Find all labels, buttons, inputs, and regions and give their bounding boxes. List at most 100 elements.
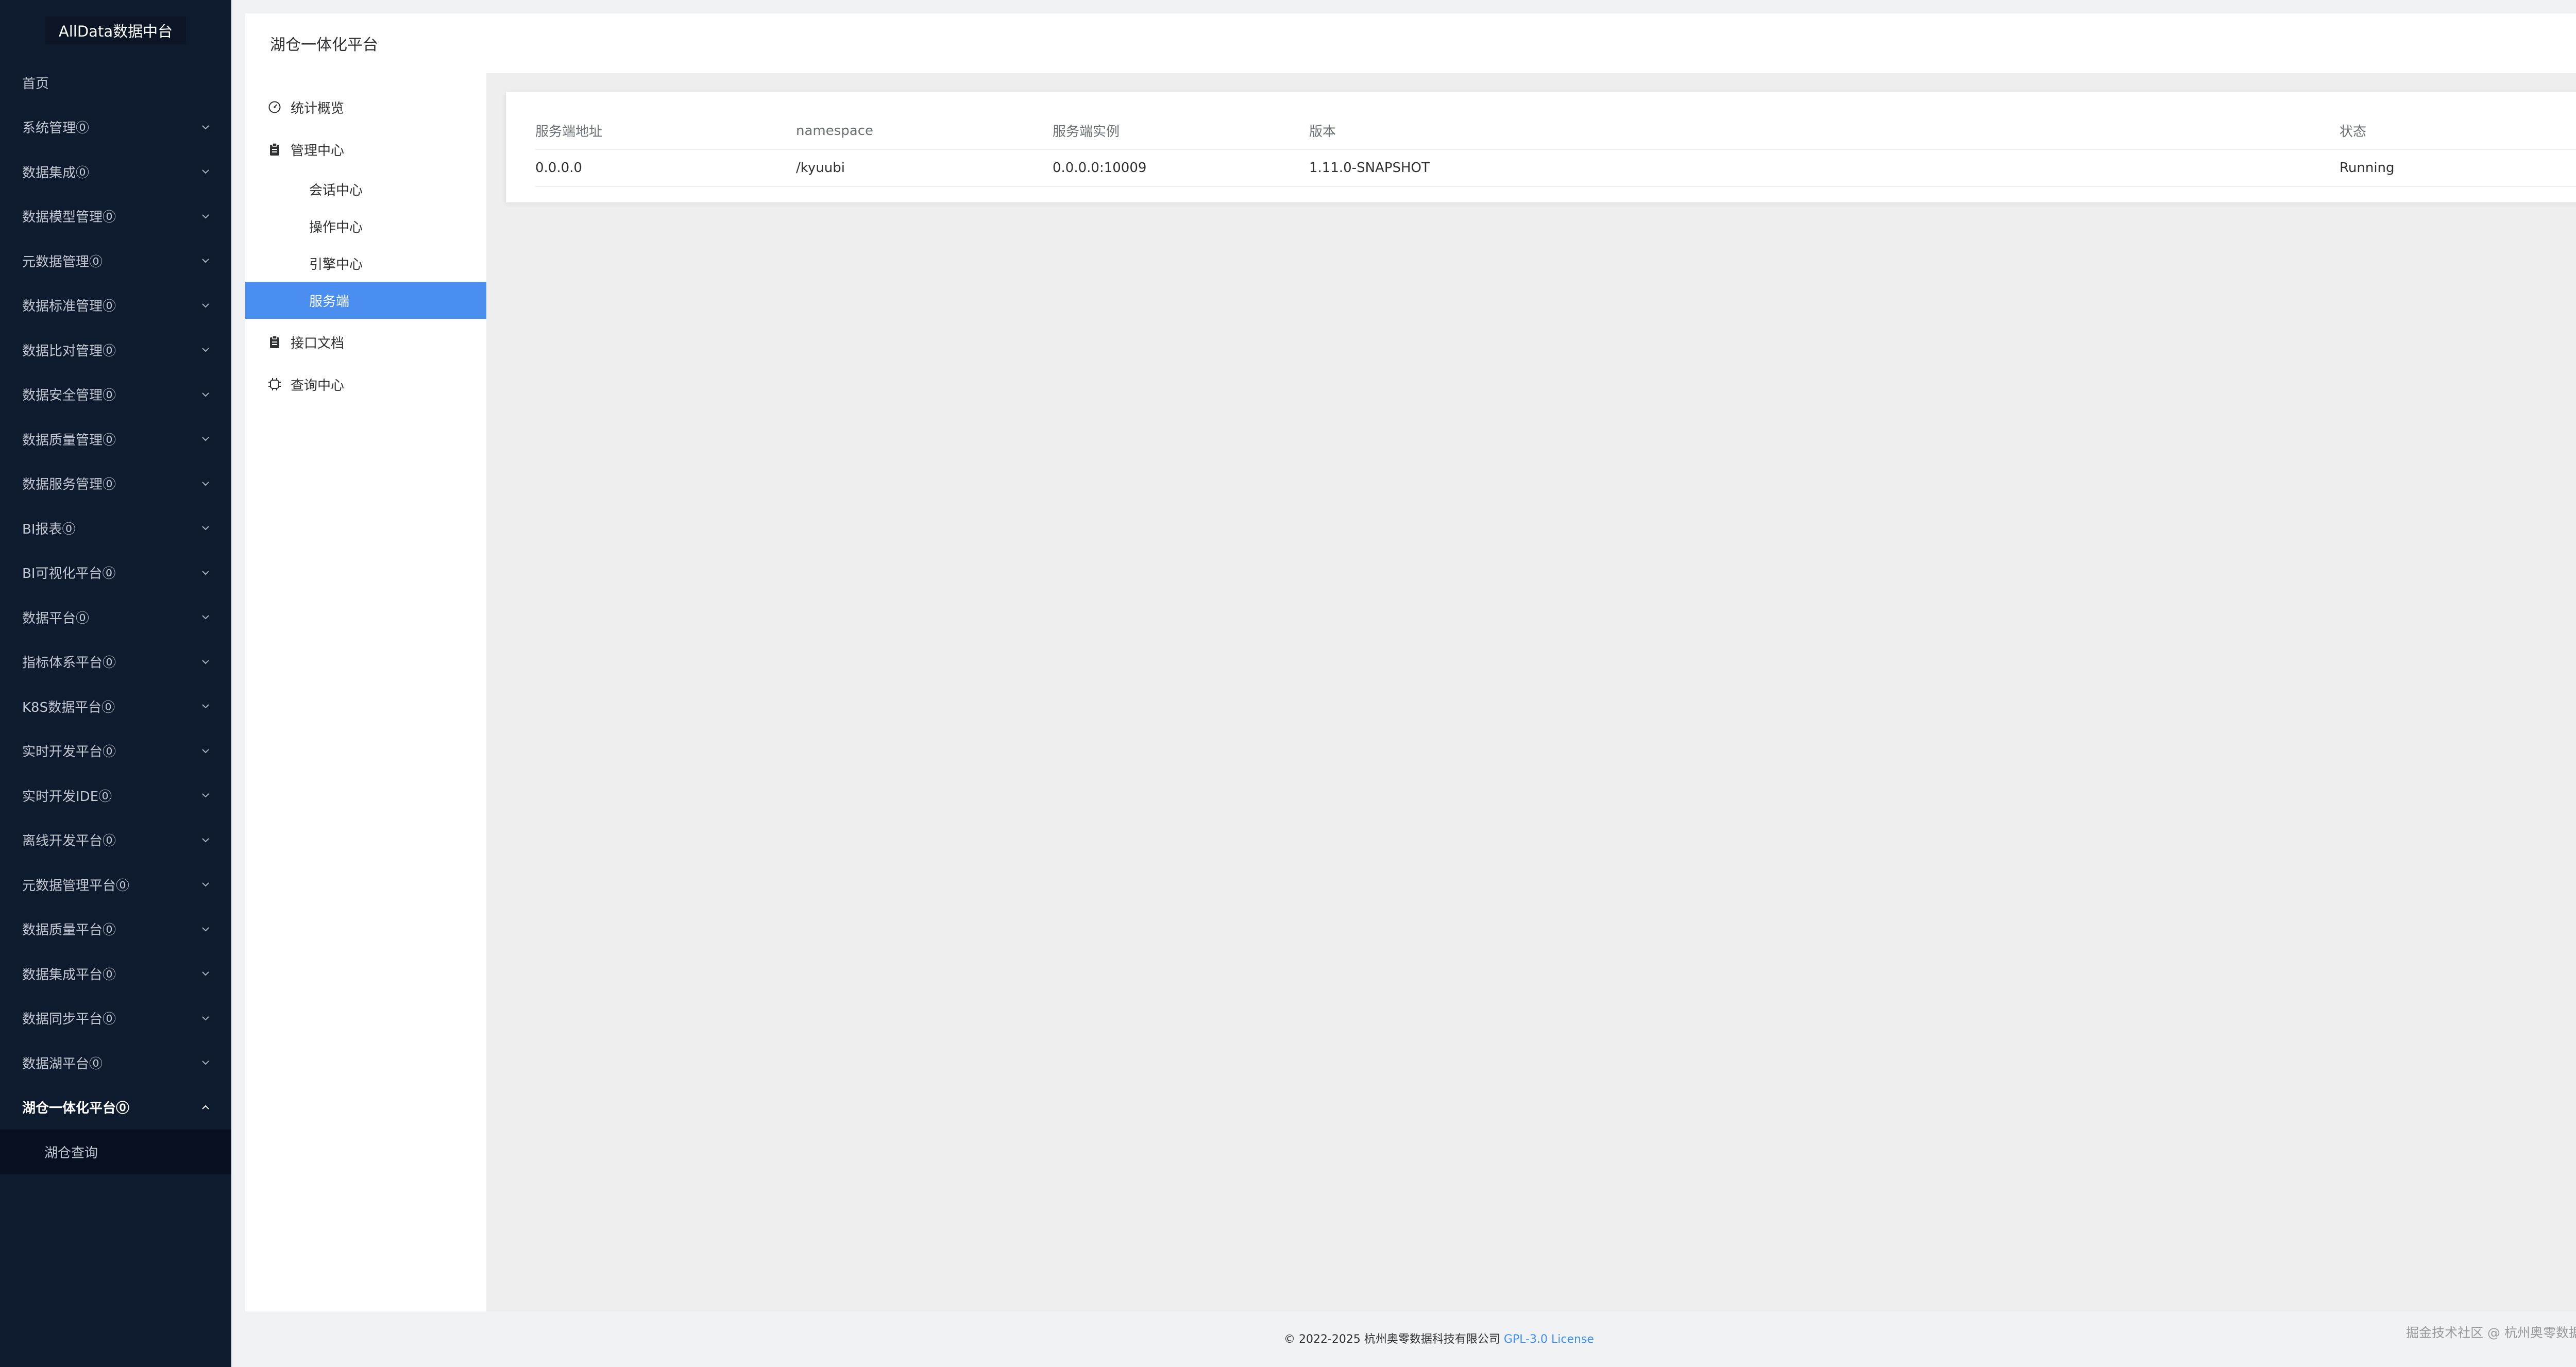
chevron-down-icon <box>198 298 213 313</box>
cell-namespace: /kyuubi <box>796 149 1053 187</box>
menu-item-label: 会话中心 <box>309 182 363 198</box>
sidebar-item[interactable]: 离线开发平台⓪ <box>0 818 231 863</box>
column-header: 服务端地址 <box>535 112 796 150</box>
sidebar-item-label: 离线开发平台⓪ <box>22 833 116 849</box>
menu-item-label: 管理中心 <box>291 143 345 159</box>
sidebar-nav: 首页系统管理⓪ 数据集成⓪ 数据模型管理⓪ 元数据管理⓪ 数据标准管理⓪ 数据比对管理⓪ 数… <box>0 60 231 1130</box>
sidebar-item-label: 指标体系平台⓪ <box>22 655 116 671</box>
table-row[interactable]: 0.0.0.0 /kyuubi 0.0.0.0:10009 1.11.0-SNA… <box>535 149 2576 187</box>
sidebar-item[interactable]: 数据模型管理⓪ <box>0 194 231 239</box>
chevron-down-icon <box>198 566 213 580</box>
sidebar-item-label: 数据质量管理⓪ <box>22 432 116 448</box>
cell-status: Running <box>2340 149 2576 187</box>
chevron-down-icon <box>198 521 213 535</box>
sidebar-item-label: 数据集成⓪ <box>22 165 90 181</box>
sidebar-item[interactable]: 数据集成平台⓪ <box>0 951 231 996</box>
chevron-down-icon <box>198 209 213 224</box>
sidebar-subitem-label: 湖仓查询 <box>44 1145 98 1161</box>
sidebar-item[interactable]: 数据湖平台⓪ <box>0 1040 231 1085</box>
sidebar-item[interactable]: BI可视化平台⓪ <box>0 551 231 595</box>
chevron-down-icon <box>198 476 213 491</box>
sidebar-submenu: 湖仓查询 <box>0 1130 231 1174</box>
chevron-down-icon <box>198 655 213 669</box>
sidebar-item-label: BI报表⓪ <box>22 521 76 537</box>
sidebar-item[interactable]: 指标体系平台⓪ <box>0 640 231 685</box>
chevron-down-icon <box>198 877 213 892</box>
sidebar-item[interactable]: 数据集成⓪ <box>0 149 231 194</box>
chevron-down-icon <box>198 164 213 179</box>
menu-item-label: 查询中心 <box>291 378 345 394</box>
sidebar-item-label: 数据湖平台⓪ <box>22 1056 103 1072</box>
sidebar-item[interactable]: 首页 <box>0 60 231 105</box>
menu-item-label: 操作中心 <box>309 219 363 235</box>
sidebar-item-label: 实时开发平台⓪ <box>22 744 116 760</box>
column-header: 服务端实例 <box>1053 112 1309 150</box>
column-header: 状态 <box>2340 112 2576 150</box>
sidebar-item-label: 元数据管理平台⓪ <box>22 878 130 894</box>
sidebar-item[interactable]: 元数据管理⓪ <box>0 238 231 283</box>
sidebar-item-label: 数据质量平台⓪ <box>22 922 116 938</box>
chevron-down-icon <box>198 699 213 713</box>
menu-item-query-center[interactable]: 查询中心 <box>245 363 486 405</box>
menu-item-engine-center[interactable]: 引擎中心 <box>245 245 486 282</box>
menu-item-management[interactable]: 管理中心 <box>245 128 486 170</box>
sidebar-item-label: 实时开发IDE⓪ <box>22 789 112 805</box>
menu-item-operation-center[interactable]: 操作中心 <box>245 208 486 245</box>
sidebar-item[interactable]: 数据质量管理⓪ <box>0 417 231 462</box>
chevron-up-icon <box>198 1100 213 1115</box>
server-table-card: 服务端地址 namespace 服务端实例 版本 状态 0.0.0.0 /kyu… <box>506 92 2576 202</box>
page-footer: © 2022-2025 杭州奥零数据科技有限公司 GPL-3.0 License… <box>231 1311 2576 1367</box>
chevron-down-icon <box>198 966 213 981</box>
sidebar-item[interactable]: 数据平台⓪ <box>0 595 231 640</box>
server-table: 服务端地址 namespace 服务端实例 版本 状态 0.0.0.0 /kyu… <box>535 112 2576 187</box>
menu-item-session-center[interactable]: 会话中心 <box>245 170 486 208</box>
menu-item-label: 统计概览 <box>291 100 345 116</box>
sidebar-item[interactable]: 数据安全管理⓪ <box>0 372 231 417</box>
app-logo[interactable]: AllData数据中台 <box>0 0 231 60</box>
dashboard-icon <box>267 99 282 115</box>
community-watermark: 掘金技术社区 @ 杭州奥零数据科技 <box>2406 1325 2576 1340</box>
license-link[interactable]: GPL-3.0 License <box>1504 1333 1594 1346</box>
chevron-down-icon <box>198 120 213 134</box>
chevron-down-icon <box>198 253 213 268</box>
table-header-row: 服务端地址 namespace 服务端实例 版本 状态 <box>535 112 2576 150</box>
sidebar-item-label: 数据平台⓪ <box>22 610 90 626</box>
sidebar-item[interactable]: 数据标准管理⓪ <box>0 283 231 328</box>
chevron-down-icon <box>198 833 213 847</box>
chevron-down-icon <box>198 922 213 936</box>
sidebar-item-label: 数据标准管理⓪ <box>22 299 116 315</box>
sidebar-item-label: 数据模型管理⓪ <box>22 210 116 226</box>
sidebar-item[interactable]: 湖仓一体化平台⓪ <box>0 1085 231 1130</box>
cell-server-address: 0.0.0.0 <box>535 149 796 187</box>
chevron-down-icon <box>198 432 213 446</box>
sidebar-item-label: 数据比对管理⓪ <box>22 343 116 359</box>
sidebar-item[interactable]: 元数据管理平台⓪ <box>0 862 231 907</box>
app-logo-text: AllData数据中台 <box>45 16 187 44</box>
menu-item-overview[interactable]: 统计概览 <box>245 86 486 128</box>
chevron-down-icon <box>198 1011 213 1026</box>
sidebar-item-label: 数据集成平台⓪ <box>22 967 116 983</box>
clipboard-icon <box>267 142 282 157</box>
sidebar-item[interactable]: 数据质量平台⓪ <box>0 907 231 952</box>
sidebar-item[interactable]: 数据服务管理⓪ <box>0 462 231 506</box>
sidebar-item[interactable]: 实时开发IDE⓪ <box>0 773 231 818</box>
app-sidebar: AllData数据中台 首页系统管理⓪ 数据集成⓪ 数据模型管理⓪ 元数据管理⓪ 数据标… <box>0 0 231 1367</box>
menu-item-label: 接口文档 <box>291 335 345 351</box>
menu-item-label: 引擎中心 <box>309 257 363 272</box>
menu-item-api-docs[interactable]: 接口文档 <box>245 321 486 363</box>
sidebar-item-label: K8S数据平台⓪ <box>22 699 115 715</box>
chip-icon <box>267 377 282 392</box>
sidebar-item[interactable]: 实时开发平台⓪ <box>0 729 231 774</box>
sidebar-subitem[interactable]: 湖仓查询 <box>0 1130 231 1174</box>
sidebar-item[interactable]: K8S数据平台⓪ <box>0 684 231 729</box>
chevron-down-icon <box>198 387 213 402</box>
cell-server-instance: 0.0.0.0:10009 <box>1053 149 1309 187</box>
sidebar-item[interactable]: 系统管理⓪ <box>0 105 231 150</box>
chevron-down-icon <box>198 744 213 758</box>
sidebar-item[interactable]: BI报表⓪ <box>0 506 231 551</box>
sidebar-item[interactable]: 数据比对管理⓪ <box>0 328 231 372</box>
menu-item-server[interactable]: 服务端 <box>245 282 486 319</box>
sidebar-item-label: 系统管理⓪ <box>22 121 90 136</box>
sidebar-item-label: 数据服务管理⓪ <box>22 477 116 493</box>
sidebar-item[interactable]: 数据同步平台⓪ <box>0 996 231 1041</box>
